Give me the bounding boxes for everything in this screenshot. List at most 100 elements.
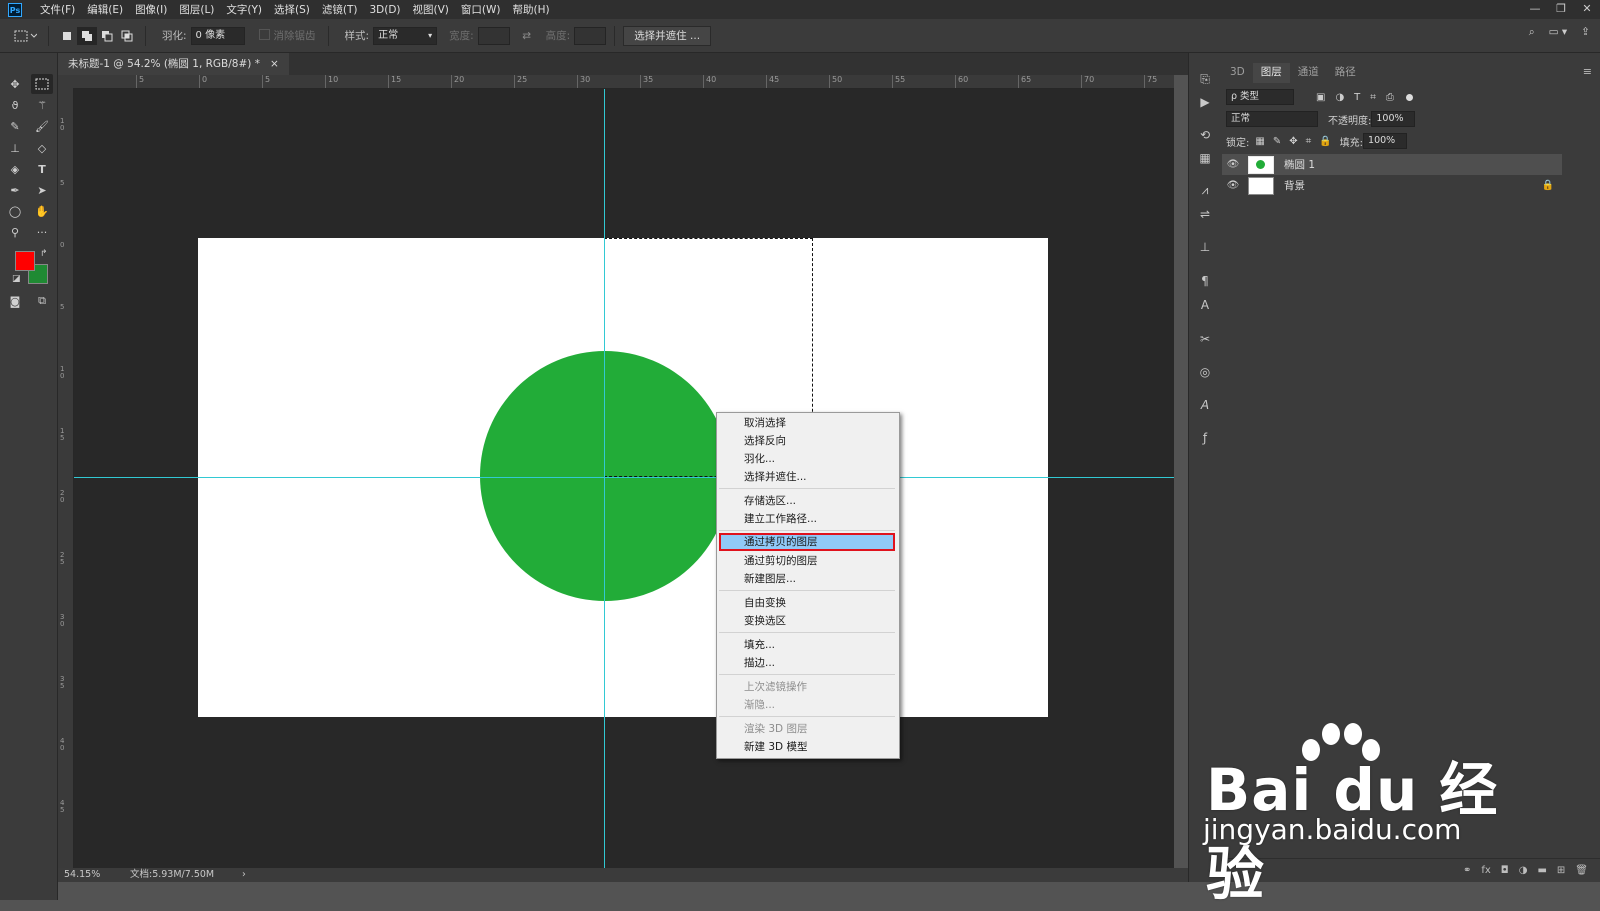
zoom-level[interactable]: 54.15% <box>64 868 100 882</box>
menu-view[interactable]: 视图(V) <box>407 2 455 17</box>
history-icon[interactable]: ⎘ <box>1195 70 1215 88</box>
menu-image[interactable]: 图像(I) <box>129 2 173 17</box>
menu-new-3d-model[interactable]: 新建 3D 模型 <box>717 738 899 756</box>
feather-input[interactable]: 0 像素 <box>190 26 245 45</box>
hand-tool-icon[interactable]: ✋ <box>31 201 53 221</box>
grid-icon[interactable]: ▦ <box>1195 149 1215 167</box>
close-tab-icon[interactable]: × <box>270 54 279 74</box>
zoom-tool-icon[interactable]: ⚲ <box>4 222 26 242</box>
menu-help[interactable]: 帮助(H) <box>507 2 556 17</box>
style-select[interactable]: 正常 ▾ <box>373 26 438 45</box>
new-layer-icon[interactable]: ⊞ <box>1557 865 1565 876</box>
move-tool-icon[interactable]: ✥ <box>4 74 26 94</box>
height-input[interactable] <box>574 26 607 45</box>
horizontal-guide[interactable] <box>74 477 1174 478</box>
menu-layer-via-copy[interactable]: 通过拷贝的图层 <box>719 533 895 551</box>
brush-tool-icon[interactable]: 🖌 <box>31 116 53 136</box>
paint-bucket-tool-icon[interactable]: ◈ <box>4 159 26 179</box>
screen-mode-icon[interactable]: ⧉ <box>31 291 53 311</box>
fill-input[interactable]: 100% <box>1363 133 1408 149</box>
menu-type[interactable]: 文字(Y) <box>220 2 268 17</box>
stamp-tool-icon[interactable]: ⊥ <box>4 138 26 158</box>
tab-channels[interactable]: 通道 <box>1290 63 1327 83</box>
layer-row-ellipse[interactable]: 👁 椭圆 1 <box>1222 154 1562 175</box>
menu-layer-via-cut[interactable]: 通过剪切的图层 <box>717 552 899 570</box>
vertical-guide[interactable] <box>604 89 605 868</box>
tab-layers[interactable]: 图层 <box>1252 63 1290 83</box>
search-icon[interactable]: ⌕ <box>1529 26 1535 39</box>
swap-colors-icon[interactable]: ↱ <box>40 249 48 259</box>
select-and-mask-button[interactable]: 选择并遮住 ... <box>623 25 712 46</box>
trash-icon[interactable]: 🗑 <box>1575 865 1588 876</box>
opacity-input[interactable]: 100% <box>1371 111 1416 127</box>
intersect-selection-icon[interactable] <box>117 27 137 45</box>
minimize-button[interactable]: — <box>1522 0 1548 19</box>
share-icon[interactable]: ⇪ <box>1581 26 1590 39</box>
magic-wand-tool-icon[interactable]: ⚚ <box>31 95 53 115</box>
restore-button[interactable]: ❐ <box>1548 0 1574 19</box>
quick-mask-icon[interactable]: ◙ <box>4 291 26 311</box>
menu-stroke[interactable]: 描边... <box>717 654 899 672</box>
new-selection-icon[interactable] <box>57 27 77 45</box>
ellipse-tool-icon[interactable]: ◯ <box>4 201 26 221</box>
add-to-selection-icon[interactable] <box>77 26 97 45</box>
pen-tool-icon[interactable]: ✒ <box>4 180 26 200</box>
type-tool-icon[interactable]: T <box>31 159 53 179</box>
menu-select-and-mask[interactable]: 选择并遮住... <box>717 468 899 486</box>
layer-name[interactable]: 背景 <box>1284 178 1305 193</box>
menu-save-selection[interactable]: 存储选区... <box>717 492 899 510</box>
marquee-tool-preset-icon[interactable] <box>10 27 40 45</box>
menu-deselect[interactable]: 取消选择 <box>717 414 899 432</box>
filter-icons[interactable]: ▣◑T⌗⎙ <box>1316 92 1404 103</box>
close-window-button[interactable]: ✕ <box>1574 0 1600 19</box>
menu-transform-selection[interactable]: 变换选区 <box>717 612 899 630</box>
tab-paths[interactable]: 路径 <box>1327 63 1364 83</box>
menu-feather[interactable]: 羽化... <box>717 450 899 468</box>
libraries-icon[interactable]: ◎ <box>1195 363 1215 381</box>
canvas-workspace[interactable] <box>74 89 1174 868</box>
character-icon[interactable]: A <box>1195 296 1215 314</box>
document-tab[interactable]: 未标题-1 @ 54.2% (椭圆 1, RGB/8#) * × <box>58 53 289 75</box>
layer-name[interactable]: 椭圆 1 <box>1284 157 1315 172</box>
menu-select-inverse[interactable]: 选择反向 <box>717 432 899 450</box>
foreground-color-swatch[interactable] <box>15 251 35 271</box>
workspace-icon[interactable]: ▭ ▾ <box>1549 26 1568 39</box>
eraser-tool-icon[interactable]: ◇ <box>31 138 53 158</box>
panel-menu-icon[interactable]: ≡ <box>1583 65 1592 78</box>
default-colors-icon[interactable]: ◪ <box>12 274 21 284</box>
more-tools-icon[interactable]: ··· <box>31 222 53 242</box>
visibility-eye-icon[interactable]: 👁 <box>1222 159 1244 170</box>
menu-3d[interactable]: 3D(D) <box>363 4 406 16</box>
paragraph-icon[interactable]: ¶ <box>1195 272 1215 290</box>
tab-3d[interactable]: 3D <box>1222 63 1253 83</box>
menu-filter[interactable]: 滤镜(T) <box>316 2 364 17</box>
visibility-eye-icon[interactable]: 👁 <box>1222 180 1244 191</box>
menu-fill[interactable]: 填充... <box>717 636 899 654</box>
menu-window[interactable]: 窗口(W) <box>455 2 507 17</box>
layer-kind-filter[interactable]: ρ 类型 <box>1226 89 1294 105</box>
path-selection-tool-icon[interactable]: ➤ <box>31 180 53 200</box>
antialias-checkbox[interactable] <box>258 29 270 40</box>
3d-icon[interactable]: ⟲ <box>1195 126 1215 144</box>
new-group-icon[interactable]: ▬ <box>1537 865 1546 876</box>
menu-select[interactable]: 选择(S) <box>268 2 316 17</box>
menu-layer[interactable]: 图层(L) <box>173 2 220 17</box>
lasso-tool-icon[interactable]: ϑ <box>4 95 26 115</box>
glyphs-icon[interactable]: A <box>1195 396 1215 414</box>
lock-icons[interactable]: ▦✎✥⌗🔒 <box>1255 136 1339 147</box>
menu-make-work-path[interactable]: 建立工作路径... <box>717 510 899 528</box>
status-expand-icon[interactable]: › <box>242 868 246 882</box>
properties-icon[interactable]: ƒ <box>1195 429 1215 447</box>
width-input[interactable] <box>477 26 510 45</box>
adjustment-layer-icon[interactable]: ◑ <box>1519 865 1528 876</box>
brush-settings-icon[interactable]: ⩘ <box>1195 181 1215 199</box>
menu-edit[interactable]: 编辑(E) <box>81 2 129 17</box>
filter-toggle-icon[interactable] <box>1405 93 1413 101</box>
swap-icon[interactable]: ⇄ <box>516 27 538 45</box>
subtract-from-selection-icon[interactable] <box>97 27 117 45</box>
layer-row-background[interactable]: 👁 背景 🔒 <box>1222 175 1562 196</box>
menu-new-layer[interactable]: 新建图层... <box>717 570 899 588</box>
antialias-checkbox-label[interactable]: 消除锯齿 <box>258 28 316 43</box>
adjustments-icon[interactable]: ⇌ <box>1195 205 1215 223</box>
menu-file[interactable]: 文件(F) <box>34 2 81 17</box>
